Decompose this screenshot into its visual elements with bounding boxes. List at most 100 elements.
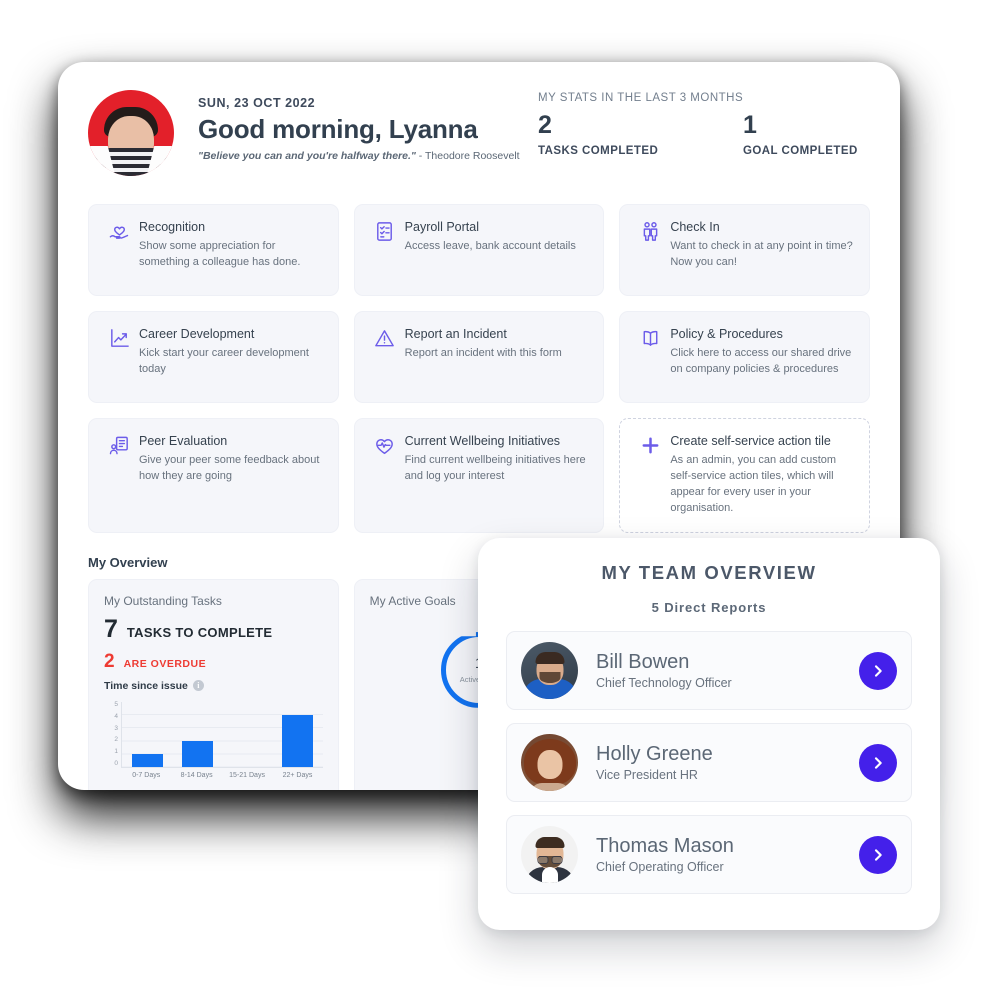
card-outstanding-tasks: My Outstanding Tasks 7 TASKS TO COMPLETE… <box>88 578 339 790</box>
member-name: Thomas Mason <box>596 835 734 857</box>
chart-x-tick: 22+ Days <box>282 771 313 779</box>
tile-title: Report an Incident <box>404 327 507 341</box>
user-avatar[interactable] <box>88 90 174 176</box>
tile-desc: Report an incident with this form <box>404 347 562 359</box>
tile-title: Create self-service action tile <box>670 434 831 448</box>
tile-title: Career Development <box>139 327 255 341</box>
tasks-overdue: 2 ARE OVERDUE <box>104 651 323 673</box>
chart-x-axis: 0-7 Days 8-14 Days 15-21 Days 22+ Days <box>121 772 323 779</box>
plus-icon <box>633 434 667 464</box>
list-item[interactable]: Thomas Mason Chief Operating Officer <box>506 815 912 894</box>
stat-value: 2 <box>538 111 552 139</box>
list-item[interactable]: Holly Greene Vice President HR <box>506 723 912 802</box>
tile-title: Check In <box>670 220 720 234</box>
info-icon[interactable]: i <box>192 680 204 692</box>
member-role: Chief Operating Officer <box>596 860 724 874</box>
team-member-list: Bill Bowen Chief Technology Officer Holl… <box>506 631 912 894</box>
chevron-right-icon[interactable] <box>859 835 897 874</box>
current-date: SUN, 23 OCT 2022 <box>198 96 316 110</box>
member-name: Holly Greene <box>596 743 713 765</box>
chart-x-tick: 8-14 Days <box>180 771 213 779</box>
stats-title: MY STATS IN THE LAST 3 MONTHS <box>538 92 744 104</box>
tile-title: Recognition <box>139 220 206 234</box>
open-book-icon <box>633 327 667 357</box>
team-overview-panel: MY TEAM OVERVIEW 5 Direct Reports Bill B… <box>478 538 940 930</box>
greeting-block: SUN, 23 OCT 2022 Good morning, Lyanna "B… <box>198 90 520 176</box>
chart-bars <box>122 702 323 767</box>
overdue-count: 2 <box>104 650 115 672</box>
member-role: Chief Technology Officer <box>596 676 732 690</box>
tile-desc: Give your peer some feedback about how t… <box>139 454 320 482</box>
tile-wellbeing-initiatives[interactable]: Current Wellbeing Initiatives Find curre… <box>353 418 605 533</box>
quote-text: "Believe you can and you're halfway ther… <box>198 150 416 162</box>
chart-bar-slot <box>172 702 222 767</box>
tile-title: Peer Evaluation <box>139 434 228 448</box>
stat-tasks-completed: 2 TASKS COMPLETED <box>538 111 743 158</box>
tasks-count: 7 <box>104 614 118 643</box>
stat-label: GOAL COMPLETED <box>743 145 858 158</box>
tile-title: Payroll Portal <box>404 220 479 234</box>
person-review-icon <box>102 434 136 464</box>
page-root: SUN, 23 OCT 2022 Good morning, Lyanna "B… <box>0 0 1000 1000</box>
tile-desc: Find current wellbeing initiatives here … <box>404 454 586 482</box>
heart-hand-icon <box>102 220 136 250</box>
warning-triangle-icon <box>368 327 402 357</box>
tile-report-incident[interactable]: Report an Incident Report an incident wi… <box>353 311 605 403</box>
tile-create-self-service[interactable]: Create self-service action tile As an ad… <box>619 418 870 533</box>
stat-label: TASKS COMPLETED <box>538 145 659 158</box>
stat-goal-completed: 1 GOAL COMPLETED <box>743 111 900 158</box>
avatar-thomas-mason <box>521 826 578 883</box>
chart-label-row: Time since issue i <box>104 680 323 692</box>
chart-bar-slot <box>222 702 272 767</box>
chart-bar-slot <box>273 702 323 767</box>
tile-title: Current Wellbeing Initiatives <box>404 434 561 448</box>
time-since-issue-bar-chart: 543210 0-7 Days 8-14 Days 15-21 Days 22+ Da… <box>104 700 323 790</box>
growth-chart-icon <box>102 327 136 357</box>
card-heading: My Outstanding Tasks <box>104 593 222 608</box>
chevron-right-icon[interactable] <box>859 743 897 782</box>
chart-plot-area <box>121 701 323 768</box>
overdue-label: ARE OVERDUE <box>123 657 207 670</box>
tile-policy-procedures[interactable]: Policy & Procedures Click here to access… <box>619 311 870 403</box>
member-role: Vice President HR <box>596 768 698 782</box>
daily-quote: "Believe you can and you're halfway ther… <box>198 150 520 162</box>
list-item[interactable]: Bill Bowen Chief Technology Officer <box>506 631 912 710</box>
avatar-bill-bowen <box>521 642 578 699</box>
tile-recognition[interactable]: Recognition Show some appreciation for s… <box>88 204 339 296</box>
tile-desc: As an admin, you can add custom self-ser… <box>670 454 837 514</box>
stats-block: MY STATS IN THE LAST 3 MONTHS 2 TASKS CO… <box>538 92 900 157</box>
chart-y-axis: 543210 <box>114 700 118 768</box>
tile-title: Policy & Procedures <box>670 327 783 341</box>
two-people-icon <box>633 220 667 250</box>
member-name: Bill Bowen <box>596 651 690 673</box>
tile-check-in[interactable]: Check In Want to check in at any point i… <box>619 204 870 296</box>
tasks-to-complete: 7 TASKS TO COMPLETE <box>104 615 323 644</box>
action-tiles-grid: Recognition Show some appreciation for s… <box>88 204 870 533</box>
tile-desc: Show some appreciation for something a c… <box>139 240 301 268</box>
chevron-right-icon[interactable] <box>859 651 897 690</box>
chart-bar <box>181 740 213 767</box>
tile-payroll-portal[interactable]: Payroll Portal Access leave, bank accoun… <box>353 204 605 296</box>
tile-desc: Want to check in at any point in time? N… <box>670 240 853 268</box>
tile-desc: Click here to access our shared drive on… <box>670 347 852 375</box>
team-panel-title: MY TEAM OVERVIEW <box>601 562 817 583</box>
clipboard-checklist-icon <box>368 220 402 250</box>
chart-label: Time since issue <box>104 679 188 692</box>
chart-bar <box>282 714 314 767</box>
tile-peer-evaluation[interactable]: Peer Evaluation Give your peer some feed… <box>88 418 339 533</box>
quote-author: - Theodore Roosevelt <box>418 150 520 162</box>
avatar-holly-greene <box>521 734 578 791</box>
chart-x-tick: 15-21 Days <box>229 771 265 779</box>
chart-bar-slot <box>122 702 172 767</box>
heartbeat-icon <box>368 434 402 464</box>
stat-value: 1 <box>743 111 757 139</box>
chart-bar <box>131 753 163 767</box>
tasks-count-label: TASKS TO COMPLETE <box>126 624 273 640</box>
dashboard-header: SUN, 23 OCT 2022 Good morning, Lyanna "B… <box>58 62 900 186</box>
direct-reports-count: 5 Direct Reports <box>651 600 767 615</box>
chart-x-tick: 0-7 Days <box>132 771 161 779</box>
tile-career-development[interactable]: Career Development Kick start your caree… <box>88 311 339 403</box>
tile-desc: Access leave, bank account details <box>404 240 576 252</box>
tile-desc: Kick start your career development today <box>139 347 309 375</box>
page-title: Good morning, Lyanna <box>198 114 478 144</box>
